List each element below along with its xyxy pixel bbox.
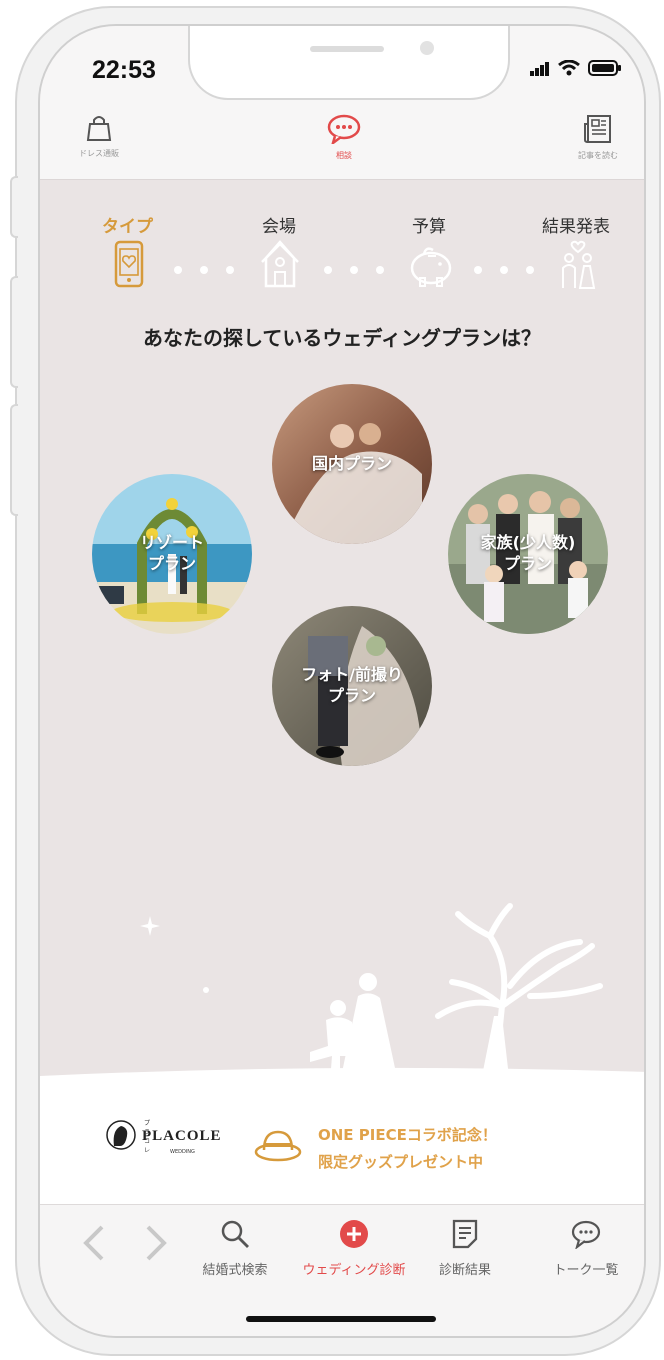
plan-family-line1: 家族(少人数): [480, 533, 576, 553]
chat-icon: [327, 114, 361, 147]
header-articles[interactable]: 記事を読む: [568, 114, 628, 161]
header-label: 相談: [336, 151, 352, 160]
chat-bubble-icon: [571, 1220, 601, 1250]
step-result-label: 結果発表: [542, 217, 610, 237]
status-bar: 22:53: [40, 26, 644, 104]
shopping-bag-icon: [86, 116, 112, 141]
promo-line1: ONE PIECEコラボ記念！: [318, 1126, 497, 1144]
placole-logo[interactable]: プラコレ PLACOLE WEDDING: [106, 1120, 221, 1155]
plan-domestic-label: 国内プラン: [311, 453, 392, 473]
straw-hat-icon: [254, 1130, 302, 1162]
status-time: 22:53: [92, 56, 156, 84]
front-camera: [420, 41, 434, 55]
notch: [188, 26, 510, 100]
step-dots: [474, 266, 534, 274]
mute-switch: [10, 176, 18, 238]
back-arrow-icon[interactable]: [80, 1223, 106, 1263]
document-icon: [452, 1219, 478, 1249]
toolbar-diagnosis[interactable]: ウェディング診断: [294, 1219, 414, 1278]
header-label: ドレス通販: [79, 149, 119, 158]
toolbar-label: トーク一覧: [553, 1263, 619, 1278]
step-budget-label: 予算: [412, 217, 446, 237]
plan-family-line2: プラン: [503, 554, 552, 573]
plan-resort-line2: プラン: [147, 554, 196, 573]
signal-icon: [530, 62, 549, 76]
promo-line2: 限定グッズプレゼント中: [318, 1153, 484, 1171]
step-type-label: タイプ: [102, 217, 153, 237]
plan-resort-label: リゾート プラン: [92, 474, 252, 634]
plan-resort-line1: リゾート: [139, 533, 204, 553]
toolbar-results[interactable]: 診断結果: [428, 1219, 502, 1278]
system-icons: [530, 60, 622, 76]
forward-arrow-icon[interactable]: [144, 1223, 170, 1263]
plan-family[interactable]: 家族(少人数) プラン: [448, 474, 608, 634]
toolbar-label: 診断結果: [438, 1263, 491, 1278]
plan-photo-line1: フォト/前撮り: [301, 665, 403, 685]
phone-heart-icon: [114, 240, 144, 288]
placole-bride-logo-icon: [106, 1120, 136, 1150]
toolbar-search[interactable]: 結婚式検索: [192, 1219, 278, 1278]
header-dress-shop[interactable]: ドレス通販: [64, 114, 134, 159]
speaker: [310, 46, 384, 52]
header-label: 記事を読む: [578, 151, 618, 160]
logo-sub: WEDDING: [170, 1149, 195, 1155]
step-dots: [324, 266, 384, 274]
wifi-icon: [558, 60, 580, 76]
question-heading: あなたの探しているウェディングプランは？: [143, 326, 541, 350]
toolbar-talks[interactable]: トーク一覧: [546, 1219, 626, 1278]
logo-text: PLACOLE: [142, 1128, 222, 1144]
step-venue-label: 会場: [262, 217, 296, 237]
chapel-icon: [261, 240, 299, 288]
screen: 22:53 ドレス通販 相談 記事を読む タイプ 会場 予算 結果発表 あなたの…: [38, 24, 646, 1338]
plus-circle-icon: [340, 1220, 368, 1248]
plan-domestic[interactable]: 国内プラン: [272, 384, 432, 544]
header-consult[interactable]: 相談: [314, 114, 374, 161]
home-indicator[interactable]: [246, 1316, 436, 1322]
plan-resort[interactable]: リゾート プラン: [92, 474, 252, 634]
plan-photo-line2: プラン: [327, 686, 376, 705]
step-dots: [174, 266, 234, 274]
promo-text[interactable]: ONE PIECEコラボ記念！ 限定グッズプレゼント中: [318, 1122, 497, 1176]
couple-icon: [562, 240, 596, 289]
volume-up-button: [10, 276, 18, 388]
plan-photo[interactable]: フォト/前撮り プラン: [272, 606, 432, 766]
app-header: ドレス通販 相談 記事を読む: [40, 104, 644, 180]
battery-icon: [588, 60, 621, 76]
toolbar-label: 結婚式検索: [202, 1263, 268, 1278]
plan-photo-label: フォト/前撮り プラン: [272, 606, 432, 766]
piggy-bank-icon: [410, 247, 452, 287]
volume-down-button: [10, 404, 18, 516]
search-icon: [221, 1220, 249, 1248]
newspaper-icon: [584, 115, 611, 143]
wedding-silhouette-decoration: [40, 903, 644, 1106]
plan-family-label: 家族(少人数) プラン: [448, 474, 608, 634]
toolbar-label: ウェディング診断: [302, 1263, 406, 1278]
